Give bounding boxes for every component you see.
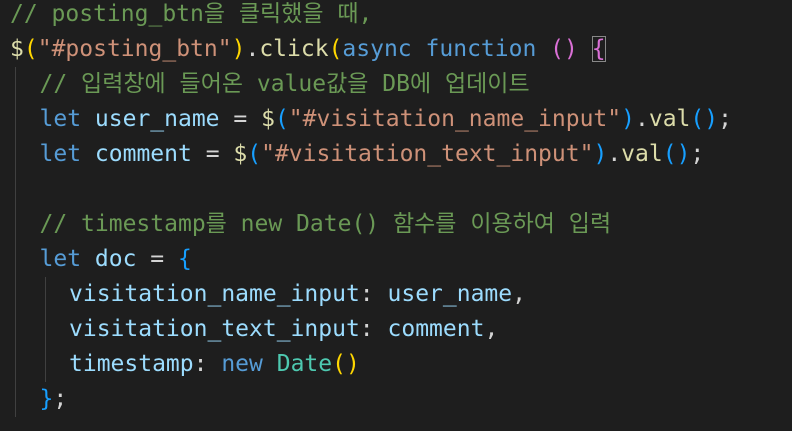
code-token: ; xyxy=(53,386,68,412)
code-token: ; xyxy=(690,141,705,167)
indent-guide xyxy=(44,312,46,347)
code-token: $ xyxy=(261,106,275,132)
code-token: . xyxy=(607,141,622,167)
code-line[interactable]: }; xyxy=(40,382,68,417)
code-token: // 입력창에 들어온 value값을 DB에 업데이트 xyxy=(39,71,530,97)
code-line[interactable]: // timestamp를 new Date() 함수를 이용하여 입력 xyxy=(40,207,612,242)
code-token: async xyxy=(342,36,412,62)
code-token: . xyxy=(245,36,260,62)
code-token: click xyxy=(259,36,329,62)
code-token: ) xyxy=(593,141,608,167)
indent-guide xyxy=(15,312,16,347)
code-token: let xyxy=(39,141,82,167)
code-token: timestamp xyxy=(69,351,194,377)
code-token: // timestamp를 new Date() 함수를 이용하여 입력 xyxy=(39,211,612,237)
code-token: = xyxy=(136,246,178,272)
code-token: "#visitation_text_input" xyxy=(261,141,594,167)
code-token: ) xyxy=(231,36,246,62)
code-token: ) xyxy=(621,106,635,132)
code-token: ( xyxy=(274,106,289,132)
code-line[interactable]: let comment = $("#visitation_text_input"… xyxy=(40,137,705,172)
code-token: ( xyxy=(247,141,262,167)
code-editor[interactable]: // posting_btn을 클릭했을 때, $("#posting_btn")… xyxy=(0,0,792,431)
code-line[interactable]: visitation_name_input: user_name, xyxy=(69,277,526,312)
code-token: "#posting_btn" xyxy=(37,36,232,62)
indent-guide xyxy=(15,277,16,312)
code-token: let xyxy=(39,106,82,132)
code-token: { xyxy=(178,246,192,272)
code-line[interactable]: let doc = { xyxy=(40,242,192,277)
code-token: // posting_btn을 클릭했을 때, xyxy=(10,1,373,27)
code-token: ; xyxy=(718,106,732,132)
code-token: val xyxy=(648,106,691,132)
code-token: () xyxy=(550,36,578,62)
code-token: ( xyxy=(23,36,38,62)
indent-guide xyxy=(15,207,16,242)
code-token: user_name xyxy=(94,106,220,132)
code-token: . xyxy=(635,106,649,132)
code-line[interactable]: $("#posting_btn").click(async function (… xyxy=(10,32,606,67)
code-token: user_name xyxy=(387,281,513,307)
indent-guide xyxy=(15,347,16,382)
indent-guide xyxy=(15,242,16,277)
code-token: comment xyxy=(387,316,485,342)
code-token: visitation_name_input xyxy=(69,281,360,307)
code-token: , xyxy=(512,281,526,307)
code-token: () xyxy=(690,106,719,132)
indent-guide xyxy=(15,67,16,102)
indent-guide xyxy=(44,277,46,312)
code-token: $ xyxy=(233,141,248,167)
code-token: visitation_text_input xyxy=(69,316,360,342)
code-line[interactable]: // 입력창에 들어온 value값을 DB에 업데이트 xyxy=(40,67,530,102)
indent-guide xyxy=(15,137,16,172)
code-token: comment xyxy=(94,141,192,167)
code-token: () xyxy=(332,351,360,377)
code-line[interactable]: let user_name = $("#visitation_name_inpu… xyxy=(40,102,732,137)
code-token: doc xyxy=(94,246,137,272)
code-token: ( xyxy=(328,36,343,62)
code-token: = xyxy=(191,141,234,167)
code-line[interactable]: timestamp: new Date() xyxy=(69,347,360,382)
code-token: let xyxy=(39,246,82,272)
code-token: new xyxy=(221,351,263,377)
indent-guide xyxy=(15,102,16,137)
code-token: = xyxy=(219,106,262,132)
code-token: val xyxy=(621,141,663,167)
code-token: function xyxy=(425,36,537,62)
code-token: $ xyxy=(10,36,24,62)
code-token: "#visitation_name_input" xyxy=(288,106,622,132)
code-token: : xyxy=(193,351,222,377)
indent-guide xyxy=(15,172,16,207)
code-token: Date xyxy=(276,351,333,377)
code-line[interactable]: // posting_btn을 클릭했을 때, xyxy=(10,0,372,32)
code-token: : xyxy=(359,316,388,342)
indent-guide xyxy=(44,347,46,382)
code-token: { xyxy=(591,36,606,62)
code-token: } xyxy=(39,386,54,412)
code-token: () xyxy=(662,141,691,167)
indent-guide xyxy=(15,382,16,417)
code-token: : xyxy=(359,281,388,307)
code-line[interactable]: visitation_text_input: comment, xyxy=(69,312,498,347)
code-token: , xyxy=(484,316,499,342)
